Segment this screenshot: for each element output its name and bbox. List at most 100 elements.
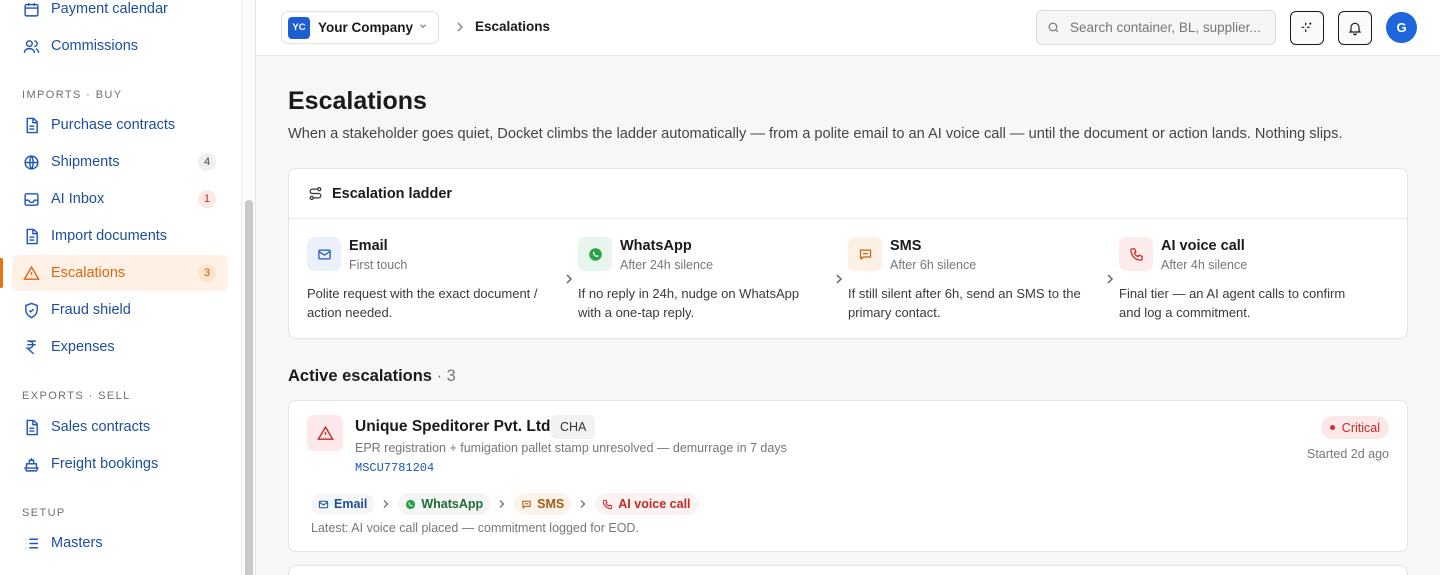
section-title-text: Active escalations — [288, 367, 432, 385]
users-icon — [22, 37, 40, 55]
shield-icon — [22, 301, 40, 319]
sidebar-item-label: AI Inbox — [51, 191, 105, 207]
phone-icon — [1119, 237, 1153, 271]
step-timing: After 24h silence — [620, 258, 714, 272]
rupee-icon — [22, 338, 40, 356]
whatsapp-icon — [406, 499, 416, 509]
active-escalations-count: · 3 — [436, 367, 456, 385]
bell-icon — [1348, 22, 1362, 36]
chip-label: SMS — [537, 497, 565, 511]
escalation-progress: Email WhatsApp SMS AI voice call — [311, 493, 698, 515]
sms-icon — [522, 500, 531, 509]
party-type-badge: CHA — [551, 415, 596, 439]
page-title: Escalations — [288, 87, 427, 115]
escalation-card[interactable]: Unique Speditorer Pvt. Ltd. CHA EPR regi… — [288, 400, 1408, 552]
latest-activity: Latest: AI voice call placed — commitmen… — [311, 521, 639, 535]
avatar[interactable]: G — [1386, 12, 1417, 43]
sidebar-item-label: Fraud shield — [51, 302, 131, 318]
section-label-setup: SETUP — [22, 507, 66, 519]
company-logo: YC — [288, 16, 310, 39]
escalation-card-next[interactable] — [288, 565, 1408, 575]
chip-label: WhatsApp — [421, 497, 484, 511]
step-timing: After 6h silence — [890, 258, 977, 272]
top-bar: YC Your Company Escalations G — [256, 0, 1440, 56]
sidebar-item-ai-inbox[interactable]: AI Inbox 1 — [12, 181, 228, 217]
phone-icon — [603, 499, 613, 509]
sidebar-item-purchase-contracts[interactable]: Purchase contracts — [12, 107, 228, 143]
notifications-button[interactable] — [1338, 11, 1372, 45]
severity-badge: Critical — [1320, 416, 1389, 439]
step-name: Email — [349, 238, 388, 254]
sidebar-scrollbar[interactable] — [241, 0, 255, 575]
company-switcher[interactable]: YC Your Company — [281, 11, 439, 44]
section-label-imports: IMPORTS · BUY — [22, 89, 123, 101]
sidebar-item-label: Masters — [51, 535, 103, 551]
breadcrumb[interactable]: Escalations — [475, 19, 550, 34]
step-timing: First touch — [349, 258, 408, 272]
search-icon — [1048, 22, 1059, 33]
escalation-company[interactable]: Unique Speditorer Pvt. Ltd. — [355, 418, 555, 436]
sidebar-item-sales-contracts[interactable]: Sales contracts — [12, 409, 228, 445]
document-icon — [22, 227, 40, 245]
section-label-exports: EXPORTS · SELL — [22, 390, 131, 402]
list-icon — [22, 534, 40, 552]
sidebar-item-masters[interactable]: Masters — [12, 525, 228, 561]
sidebar: Payment calendar Commissions IMPORTS · B… — [0, 0, 256, 575]
warning-icon — [307, 415, 343, 451]
step-name: WhatsApp — [620, 238, 692, 254]
chevron-right-icon — [490, 499, 514, 509]
ladder-header: Escalation ladder — [289, 169, 1407, 219]
step-name: SMS — [890, 238, 922, 254]
ai-assist-button[interactable] — [1290, 11, 1324, 45]
chip-label: Email — [334, 497, 368, 511]
step-description: If no reply in 24h, nudge on WhatsApp wi… — [578, 286, 800, 320]
chevron-right-icon — [571, 499, 595, 509]
sidebar-item-fraud-shield[interactable]: Fraud shield — [12, 292, 228, 328]
escalation-ladder-card: Escalation ladder Email First touch Poli… — [288, 168, 1408, 339]
sidebar-item-label: Import documents — [51, 228, 168, 244]
inbox-icon — [22, 190, 40, 208]
sidebar-item-escalations[interactable]: Escalations 3 — [12, 255, 228, 291]
step-timing: After 4h silence — [1161, 258, 1248, 272]
started-time: Started 2d ago — [1306, 447, 1389, 461]
step-description: Final tier — an AI agent calls to confir… — [1119, 286, 1346, 320]
search-input[interactable] — [1070, 20, 1270, 35]
severity-label: Critical — [1341, 420, 1380, 435]
step-description: If still silent after 6h, send an SMS to… — [848, 286, 1081, 320]
sidebar-item-freight-bookings[interactable]: Freight bookings — [12, 446, 228, 482]
container-reference[interactable]: MSCU7781204 — [355, 461, 434, 475]
route-icon — [309, 186, 322, 201]
escalation-description: EPR registration + fumigation pallet sta… — [355, 441, 787, 455]
company-name: Your Company — [318, 20, 414, 35]
sidebar-item-label: Escalations — [51, 265, 126, 281]
ladder-title: Escalation ladder — [332, 185, 453, 202]
sidebar-item-label: Freight bookings — [51, 456, 159, 472]
sidebar-item-import-documents[interactable]: Import documents — [12, 218, 228, 254]
sidebar-item-label: Expenses — [51, 339, 115, 355]
chip-whatsapp: WhatsApp — [398, 493, 491, 515]
globe-icon — [22, 153, 40, 171]
count-badge: 3 — [198, 264, 216, 282]
search-box[interactable] — [1036, 10, 1276, 45]
sparkle-icon — [1301, 22, 1312, 32]
chevron-right-icon — [566, 274, 573, 284]
sidebar-item-label: Commissions — [51, 38, 139, 54]
document-icon — [22, 418, 40, 436]
mail-icon — [318, 500, 329, 508]
sidebar-item-expenses[interactable]: Expenses — [12, 329, 228, 365]
chip-sms: SMS — [514, 493, 572, 515]
chip-email: Email — [311, 493, 375, 515]
step-description: Polite request with the exact document /… — [307, 286, 538, 320]
ship-icon — [22, 455, 40, 473]
active-indicator — [0, 258, 3, 288]
document-icon — [22, 116, 40, 134]
sms-icon — [848, 237, 882, 271]
sidebar-item-commissions[interactable]: Commissions — [12, 28, 228, 64]
count-badge: 4 — [198, 153, 216, 171]
sidebar-item-payment-calendar[interactable]: Payment calendar — [12, 0, 228, 27]
sidebar-item-shipments[interactable]: Shipments 4 — [12, 144, 228, 180]
scrollbar-thumb[interactable] — [245, 200, 253, 575]
chip-label: AI voice call — [618, 497, 691, 511]
chip-ai-voice-call: AI voice call — [595, 493, 698, 515]
mail-icon — [307, 237, 341, 271]
